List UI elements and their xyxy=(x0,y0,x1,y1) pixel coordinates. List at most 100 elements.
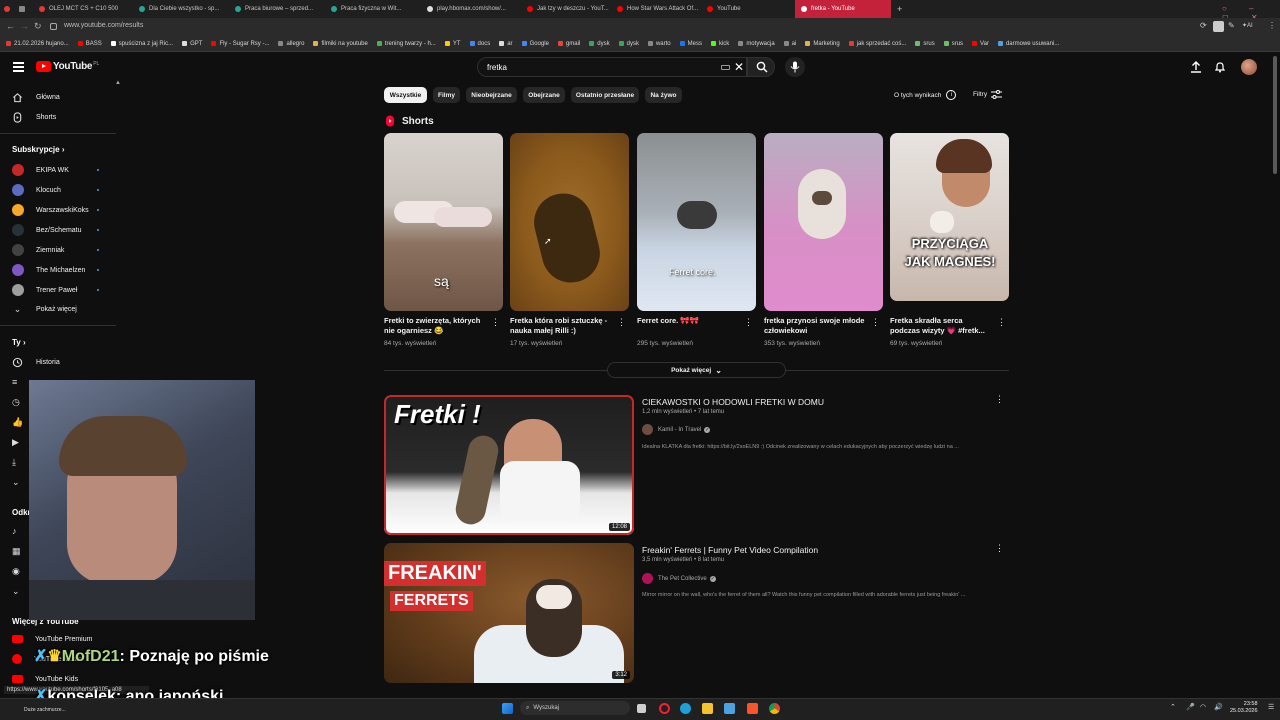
short-title[interactable]: Ferret core. 🎀🎀 xyxy=(637,316,739,326)
sidebar-show-more[interactable]: ⌄ Pokaż więcej xyxy=(12,303,77,315)
bookmark-item[interactable]: dysk xyxy=(618,41,639,47)
bookmark-item[interactable]: Var xyxy=(972,41,989,47)
video-thumbnail[interactable]: Fretki ! 12:08 xyxy=(384,395,634,535)
bookmark-item[interactable]: GPT xyxy=(182,41,202,47)
watch-later-icon[interactable]: ◷ xyxy=(12,397,20,408)
bookmark-item[interactable]: Google xyxy=(521,41,549,47)
site-info-icon[interactable] xyxy=(50,23,57,30)
bookmark-item[interactable]: Marketing xyxy=(805,41,840,47)
chip-live[interactable]: Na żywo xyxy=(645,87,682,103)
bookmark-item[interactable]: darmowe usuwani... xyxy=(997,41,1059,47)
pen-icon[interactable]: ✎ xyxy=(1228,21,1235,30)
url-field[interactable]: www.youtube.com/results xyxy=(64,22,143,29)
chip-unwatched[interactable]: Nieobejrzane xyxy=(466,87,517,103)
youtube-logo[interactable]: YouTube PL xyxy=(36,61,99,72)
sidebar-item-home[interactable]: Główna xyxy=(12,91,60,103)
extensions-icon[interactable]: ⟳ xyxy=(1200,21,1207,30)
notepad-icon[interactable] xyxy=(724,703,735,714)
windows-start-icon[interactable] xyxy=(502,703,513,714)
file-explorer-icon[interactable] xyxy=(702,703,713,714)
music-icon[interactable]: ♪ xyxy=(12,526,17,536)
menu-dots-icon[interactable]: ⋮ xyxy=(1268,21,1276,30)
live-icon[interactable]: ◉ xyxy=(12,566,20,577)
downloads-icon[interactable]: ⤓ xyxy=(12,457,16,468)
chip-all[interactable]: Wszystkie xyxy=(384,87,427,103)
bookmark-item[interactable]: gmail xyxy=(557,41,580,47)
movies-icon[interactable]: ▦ xyxy=(12,546,21,557)
bookmark-item[interactable]: ai xyxy=(783,41,796,47)
sidebar-item-youtube-kids[interactable]: YouTube Kids xyxy=(12,673,78,685)
browser-tab[interactable] xyxy=(0,0,13,18)
short-thumbnail[interactable]: PRZYCIĄGA JAK MAGNES! xyxy=(890,133,1009,301)
sidebar-subscription-item[interactable]: EKIPA WK xyxy=(12,164,69,176)
edge-icon[interactable] xyxy=(680,703,691,714)
sidebar-subscription-item[interactable]: Klocuch xyxy=(12,184,61,196)
taskbar-clock[interactable]: 23:58 25.03.2026 xyxy=(1230,701,1258,715)
short-thumbnail[interactable]: Ferret core. xyxy=(637,133,756,311)
short-menu-icon[interactable]: ⋮ xyxy=(744,318,753,327)
reload-icon[interactable]: ↻ xyxy=(34,21,42,32)
volume-icon[interactable]: 🔊 xyxy=(1214,703,1223,711)
wifi-icon[interactable]: ◠ xyxy=(1200,703,1206,711)
chevron-down-icon[interactable]: ⌄ xyxy=(12,477,20,488)
sidebar-subscription-item[interactable]: WarszawskiKoks xyxy=(12,204,89,216)
chip-watched[interactable]: Obejrzane xyxy=(523,87,565,103)
browser-tab[interactable]: OLEJ MCT CS + C10 500 xyxy=(33,0,133,18)
brave-icon[interactable] xyxy=(747,703,758,714)
opera-icon[interactable] xyxy=(659,703,670,714)
task-view-icon[interactable] xyxy=(637,704,646,713)
bookmark-item[interactable]: trening twarzy - h... xyxy=(376,41,436,47)
video-channel[interactable]: Kamil - In Travel ✓ xyxy=(642,424,711,435)
bookmark-item[interactable]: 21.02.2026 hujano... xyxy=(6,41,69,47)
bookmark-item[interactable]: spuścizna z jaj Ric... xyxy=(110,41,173,47)
create-upload-icon[interactable] xyxy=(1190,61,1202,73)
browser-tab[interactable]: How Star Wars Attack Of... xyxy=(611,0,701,18)
bookmark-item[interactable]: srus xyxy=(915,41,935,47)
bookmark-item[interactable]: BASS xyxy=(77,41,102,47)
weather-widget[interactable]: Duże zachmurze... xyxy=(24,707,66,713)
keyboard-icon[interactable] xyxy=(721,65,730,70)
shorts-show-more-button[interactable]: Pokaż więcej ⌄ xyxy=(607,362,786,378)
bookmark-item[interactable]: motywacja xyxy=(738,41,775,47)
video-channel[interactable]: The Pet Collective ✓ xyxy=(642,573,716,584)
ai-icon[interactable]: ✦AI xyxy=(1242,22,1253,29)
forward-icon[interactable]: → xyxy=(20,21,29,31)
notifications-bell-icon[interactable] xyxy=(1214,61,1226,73)
sidebar-scroll-up-icon[interactable]: ▲ xyxy=(115,80,121,86)
hamburger-menu-icon[interactable] xyxy=(13,62,24,72)
sidebar-subscription-item[interactable]: Trener Paweł xyxy=(12,284,77,296)
sidebar-item-history[interactable]: Historia xyxy=(12,356,60,368)
browser-tab[interactable]: YouTube xyxy=(701,0,795,18)
chip-videos[interactable]: Filmy xyxy=(433,87,460,103)
browser-tab-active[interactable]: fretka - YouTube xyxy=(795,0,891,18)
bookmark-item[interactable]: docs xyxy=(469,41,490,47)
bookmark-item[interactable]: YT xyxy=(444,41,461,47)
browser-tab[interactable]: play.hbomax.com/show/... xyxy=(421,0,521,18)
video-title[interactable]: CIEKAWOSTKI O HODOWLI FRETKI W DOMU xyxy=(642,397,824,407)
search-input[interactable]: fretka ✕ xyxy=(477,57,747,77)
about-results-button[interactable]: O tych wynikach i xyxy=(894,90,957,100)
short-thumbnail[interactable] xyxy=(510,133,629,311)
sidebar-item-shorts[interactable]: Shorts xyxy=(12,111,56,123)
sidebar-subscription-item[interactable]: Ziemniak xyxy=(12,244,64,256)
bookmark-item[interactable]: dysk xyxy=(589,41,610,47)
profile-icon[interactable] xyxy=(1213,21,1224,32)
browser-tab[interactable]: Jak tzy w deszczu - YouT... xyxy=(521,0,611,18)
short-title[interactable]: fretka przynosi swoje młode człowiekowi xyxy=(764,316,866,336)
short-menu-icon[interactable]: ⋮ xyxy=(871,318,880,327)
sidebar-subscription-item[interactable]: Bez/Schematu xyxy=(12,224,82,236)
tray-chevron-icon[interactable]: ⌃ xyxy=(1170,703,1176,711)
clear-search-icon[interactable]: ✕ xyxy=(734,61,744,73)
playlists-icon[interactable]: ≡ xyxy=(12,377,17,387)
bookmark-item[interactable]: srus xyxy=(943,41,963,47)
browser-tab[interactable]: Dla Ciebie wszystko - sp... xyxy=(133,0,229,18)
video-title[interactable]: Freakin' Ferrets | Funny Pet Video Compi… xyxy=(642,545,818,555)
short-menu-icon[interactable]: ⋮ xyxy=(617,318,626,327)
you-header[interactable]: Ty › xyxy=(12,338,26,347)
bookmark-item[interactable]: ar xyxy=(499,41,513,47)
browser-tab[interactable] xyxy=(13,0,33,18)
bookmark-item[interactable]: Fly - Sugar Rsy -... xyxy=(211,41,269,47)
bookmark-item[interactable]: jak sprzedać coś... xyxy=(848,41,906,47)
new-tab-button[interactable]: + xyxy=(891,0,908,18)
mic-tray-icon[interactable]: 🎤 xyxy=(1186,703,1195,711)
